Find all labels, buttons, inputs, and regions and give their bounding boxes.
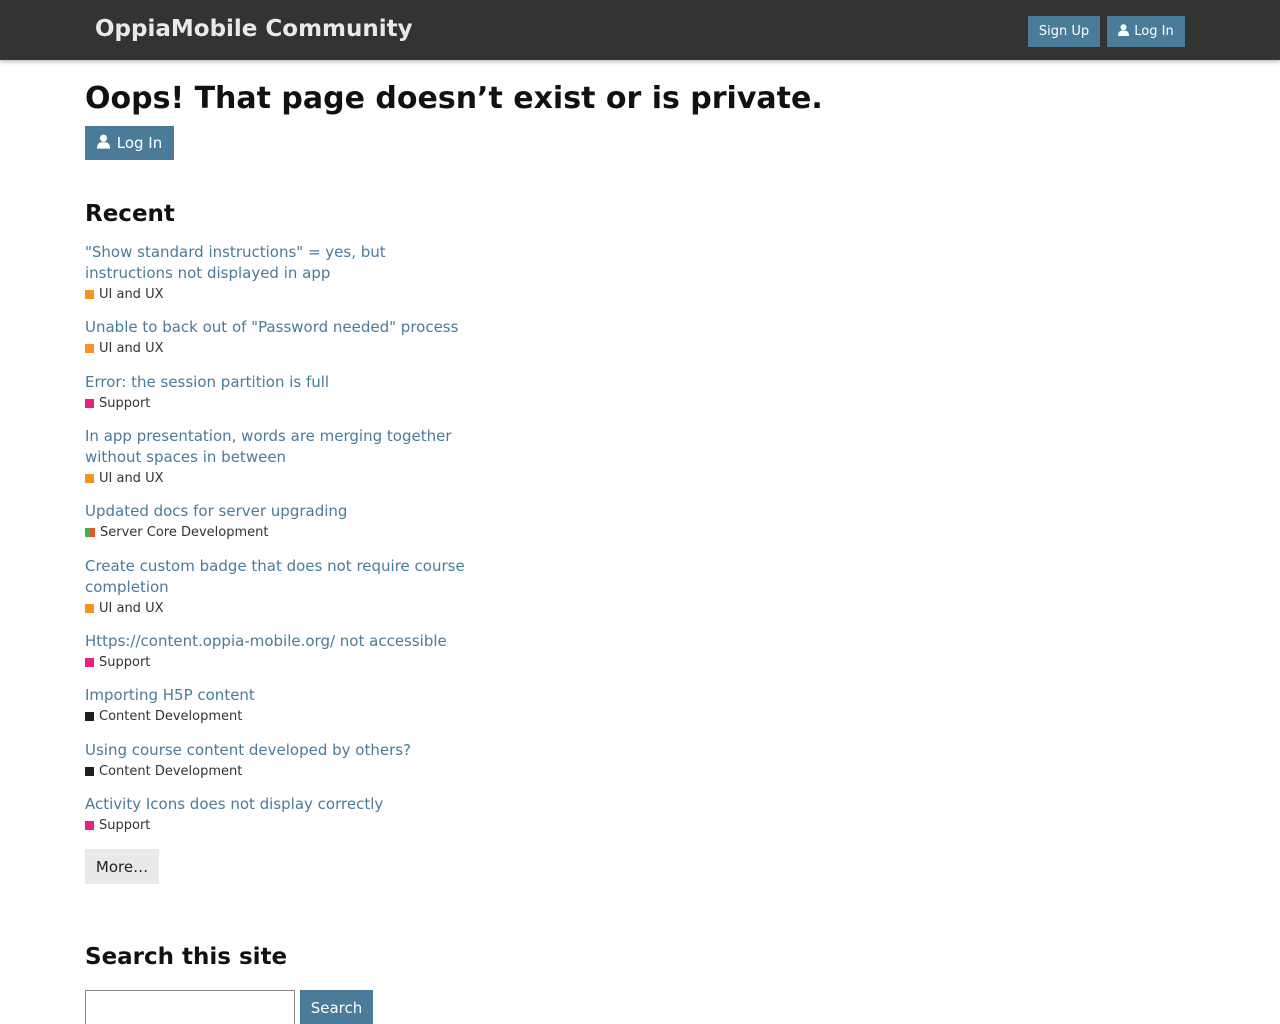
category-label: Content Development [99, 708, 243, 724]
log-in-label: Log In [116, 134, 163, 152]
site-header: OppiaMobile Community Sign Up Log In [0, 0, 1280, 60]
list-item: Https://content.oppia-mobile.org/ not ac… [85, 631, 475, 672]
topic-category[interactable]: Support [85, 393, 475, 413]
list-item: Error: the session partition is full Sup… [85, 372, 475, 413]
header-log-in-button[interactable]: Log In [1107, 16, 1185, 47]
category-label: UI and UX [99, 470, 164, 486]
list-item: Create custom badge that does not requir… [85, 556, 475, 618]
list-item: "Show standard instructions" = yes, but … [85, 242, 475, 304]
category-badge [85, 657, 94, 667]
header-log-in-label: Log In [1134, 24, 1174, 39]
topic-title-link[interactable]: "Show standard instructions" = yes, but … [85, 242, 475, 284]
category-badge [85, 766, 94, 776]
list-item: Unable to back out of "Password needed" … [85, 317, 475, 358]
topic-title-link[interactable]: Https://content.oppia-mobile.org/ not ac… [85, 631, 475, 652]
category-label: Support [99, 817, 151, 833]
log-in-button[interactable]: Log In [85, 126, 174, 160]
category-label: Content Development [99, 763, 243, 779]
topic-category[interactable]: UI and UX [85, 468, 475, 488]
list-item: Using course content developed by others… [85, 740, 475, 781]
topic-title-link[interactable]: Activity Icons does not display correctl… [85, 794, 475, 815]
topic-category[interactable]: UI and UX [85, 284, 475, 304]
topic-title-link[interactable]: Error: the session partition is full [85, 372, 475, 393]
list-item: In app presentation, words are merging t… [85, 426, 475, 488]
category-badge [85, 289, 94, 299]
topic-title-link[interactable]: Using course content developed by others… [85, 740, 475, 761]
topic-category[interactable]: Content Development [85, 761, 475, 781]
topic-title-link[interactable]: Importing H5P content [85, 685, 475, 706]
search-button[interactable]: Search [300, 990, 373, 1024]
category-label: UI and UX [99, 286, 164, 302]
list-item: Updated docs for server upgrading Server… [85, 501, 475, 542]
topic-category[interactable]: Content Development [85, 706, 475, 726]
category-badge [85, 473, 94, 483]
topic-category[interactable]: Support [85, 815, 475, 835]
category-label: UI and UX [99, 340, 164, 356]
topic-title-link[interactable]: Updated docs for server upgrading [85, 501, 475, 522]
category-label: Support [99, 395, 151, 411]
category-badge [85, 398, 94, 408]
list-item: Importing H5P content Content Developmen… [85, 685, 475, 726]
topic-category[interactable]: UI and UX [85, 338, 475, 358]
category-label: UI and UX [99, 600, 164, 616]
topic-category[interactable]: Server Core Development [85, 522, 475, 542]
recent-heading: Recent [85, 201, 175, 227]
category-label: Support [99, 654, 151, 670]
more-button[interactable]: More… [85, 849, 159, 884]
topic-title-link[interactable]: Unable to back out of "Password needed" … [85, 317, 475, 338]
list-item: Activity Icons does not display correctl… [85, 794, 475, 835]
category-badge [85, 603, 94, 613]
category-label: Server Core Development [100, 524, 269, 540]
sign-up-button[interactable]: Sign Up [1028, 16, 1100, 47]
topic-category[interactable]: Support [85, 652, 475, 672]
search-input[interactable] [85, 990, 295, 1024]
topic-title-link[interactable]: Create custom badge that does not requir… [85, 556, 475, 598]
category-badge [85, 711, 94, 721]
site-title[interactable]: OppiaMobile Community [95, 16, 413, 42]
search-heading: Search this site [85, 944, 288, 970]
page-title: Oops! That page doesn’t exist or is priv… [85, 81, 823, 116]
category-badge [85, 820, 94, 830]
category-badge [85, 343, 94, 353]
topic-category[interactable]: UI and UX [85, 598, 475, 618]
user-icon [96, 134, 110, 153]
user-icon [1118, 23, 1130, 40]
topic-title-link[interactable]: In app presentation, words are merging t… [85, 426, 475, 468]
category-badge [85, 527, 95, 537]
